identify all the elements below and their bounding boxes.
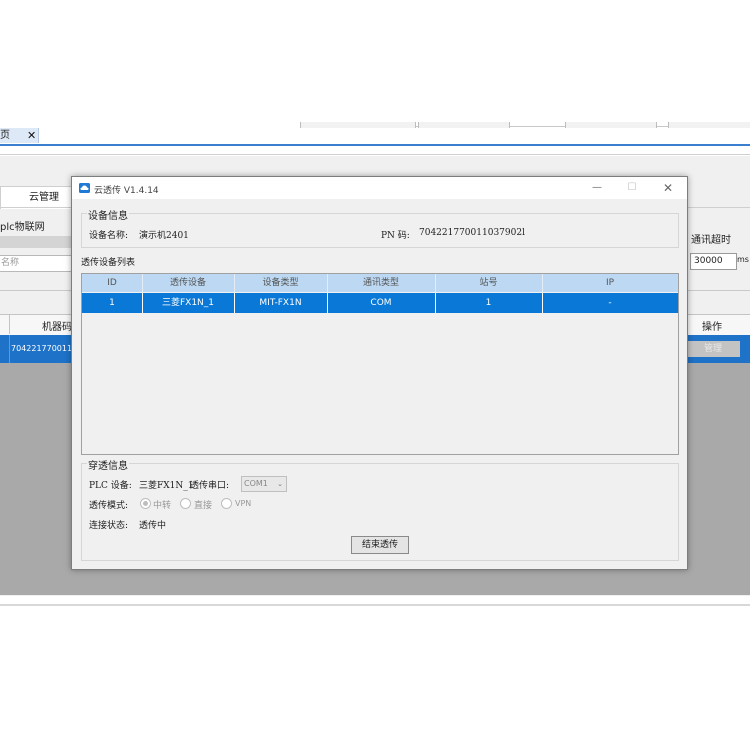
end-passthrough-button[interactable]: 结束透传 [351, 536, 409, 554]
document-tabbar [0, 128, 750, 146]
table-header: ID 透传设备 设备类型 通讯类型 站号 IP [82, 274, 678, 292]
cell-ip: - [608, 298, 612, 308]
mode-vpn-radio[interactable] [221, 498, 232, 509]
minimize-button[interactable]: — [586, 180, 608, 196]
cell-comm-type: COM [327, 293, 436, 313]
dialog-titlebar[interactable]: 云透传 V1.4.14 — ☐ ✕ [72, 177, 687, 199]
maximize-button[interactable]: ☐ [621, 180, 643, 196]
cloud-icon [79, 183, 90, 193]
device-name-label: 设备名称: [89, 231, 129, 241]
grid-header-cell [0, 314, 10, 334]
serial-port-select[interactable]: COM1 ⌄ [241, 476, 287, 492]
dialog-title: 云透传 V1.4.14 [94, 186, 159, 196]
device-list-title: 透传设备列表 [81, 258, 136, 268]
row-indicator-cell [0, 335, 10, 363]
table-row[interactable]: 1 三菱FX1N_1 MIT-FX1N COM 1 - [82, 293, 678, 313]
mode-vpn-label: VPN [235, 499, 252, 508]
tab-cloud-management-label: 云管理 [29, 192, 59, 203]
cell-device: 三菱FX1N_1 [142, 293, 235, 313]
serial-port-value: COM1 [244, 479, 268, 488]
device-table: ID 透传设备 设备类型 通讯类型 站号 IP 1 三菱FX1N_1 MIT-F… [81, 273, 679, 455]
mode-direct-radio[interactable] [180, 498, 191, 509]
column-header-device[interactable]: 透传设备 [142, 274, 235, 292]
pn-code-label: PN 码: [381, 231, 410, 241]
column-header-comm-type[interactable]: 通讯类型 [327, 274, 436, 292]
close-icon[interactable]: ✕ [27, 128, 36, 143]
plc-network-label: plc物联网 [0, 222, 45, 233]
manage-button[interactable]: 管理 [686, 341, 740, 357]
toolbar-strip [0, 236, 72, 248]
cell-id: 1 [82, 293, 143, 313]
serial-port-label: 透传串口: [190, 481, 230, 491]
connection-status-value: 透传中 [139, 521, 167, 531]
name-search-input[interactable]: 名称 [0, 255, 76, 272]
column-header-device-type[interactable]: 设备类型 [234, 274, 328, 292]
chevron-down-icon: ⌄ [277, 480, 283, 488]
column-header-operation[interactable]: 操作 [702, 318, 722, 333]
tab-home[interactable]: 首页 ✕ [0, 128, 39, 143]
column-header-station[interactable]: 站号 [435, 274, 543, 292]
tab-home-label: 首页 [0, 130, 10, 141]
timeout-input[interactable]: 30000 [690, 253, 737, 270]
pn-code-value: 704221770011037902l [419, 228, 525, 238]
cell-station: 1 [435, 293, 543, 313]
device-name-value: 演示机2401 [139, 231, 189, 241]
plc-device-label: PLC 设备: [89, 481, 132, 491]
divider [0, 154, 750, 155]
mode-relay-label: 中转 [153, 501, 172, 511]
mode-relay-radio[interactable] [140, 498, 151, 509]
column-header-ip[interactable]: IP [542, 274, 678, 292]
machine-code-cell: 704221770011( [11, 344, 76, 353]
mode-direct-label: 直接 [194, 501, 213, 511]
mode-label: 透传模式: [89, 501, 129, 511]
plc-device-value: 三菱FX1N_1 [139, 481, 194, 491]
cell-device-type: MIT-FX1N [234, 293, 328, 313]
close-button[interactable]: ✕ [657, 180, 679, 196]
tab-cloud-management[interactable]: 云管理 [0, 186, 74, 209]
passthrough-info-legend: 穿透信息 [87, 457, 129, 472]
column-header-machine-code[interactable]: 机器码 [42, 318, 72, 333]
timeout-label: 通讯超时 [691, 235, 731, 246]
column-header-id[interactable]: ID [82, 274, 143, 292]
device-info-legend: 设备信息 [87, 207, 129, 222]
connection-status-label: 连接状态: [89, 521, 129, 531]
cloud-passthrough-dialog: 云透传 V1.4.14 — ☐ ✕ 设备信息 设备名称: 演示机2401 PN … [71, 176, 688, 570]
timeout-unit: ms [737, 255, 749, 264]
divider [0, 604, 750, 606]
